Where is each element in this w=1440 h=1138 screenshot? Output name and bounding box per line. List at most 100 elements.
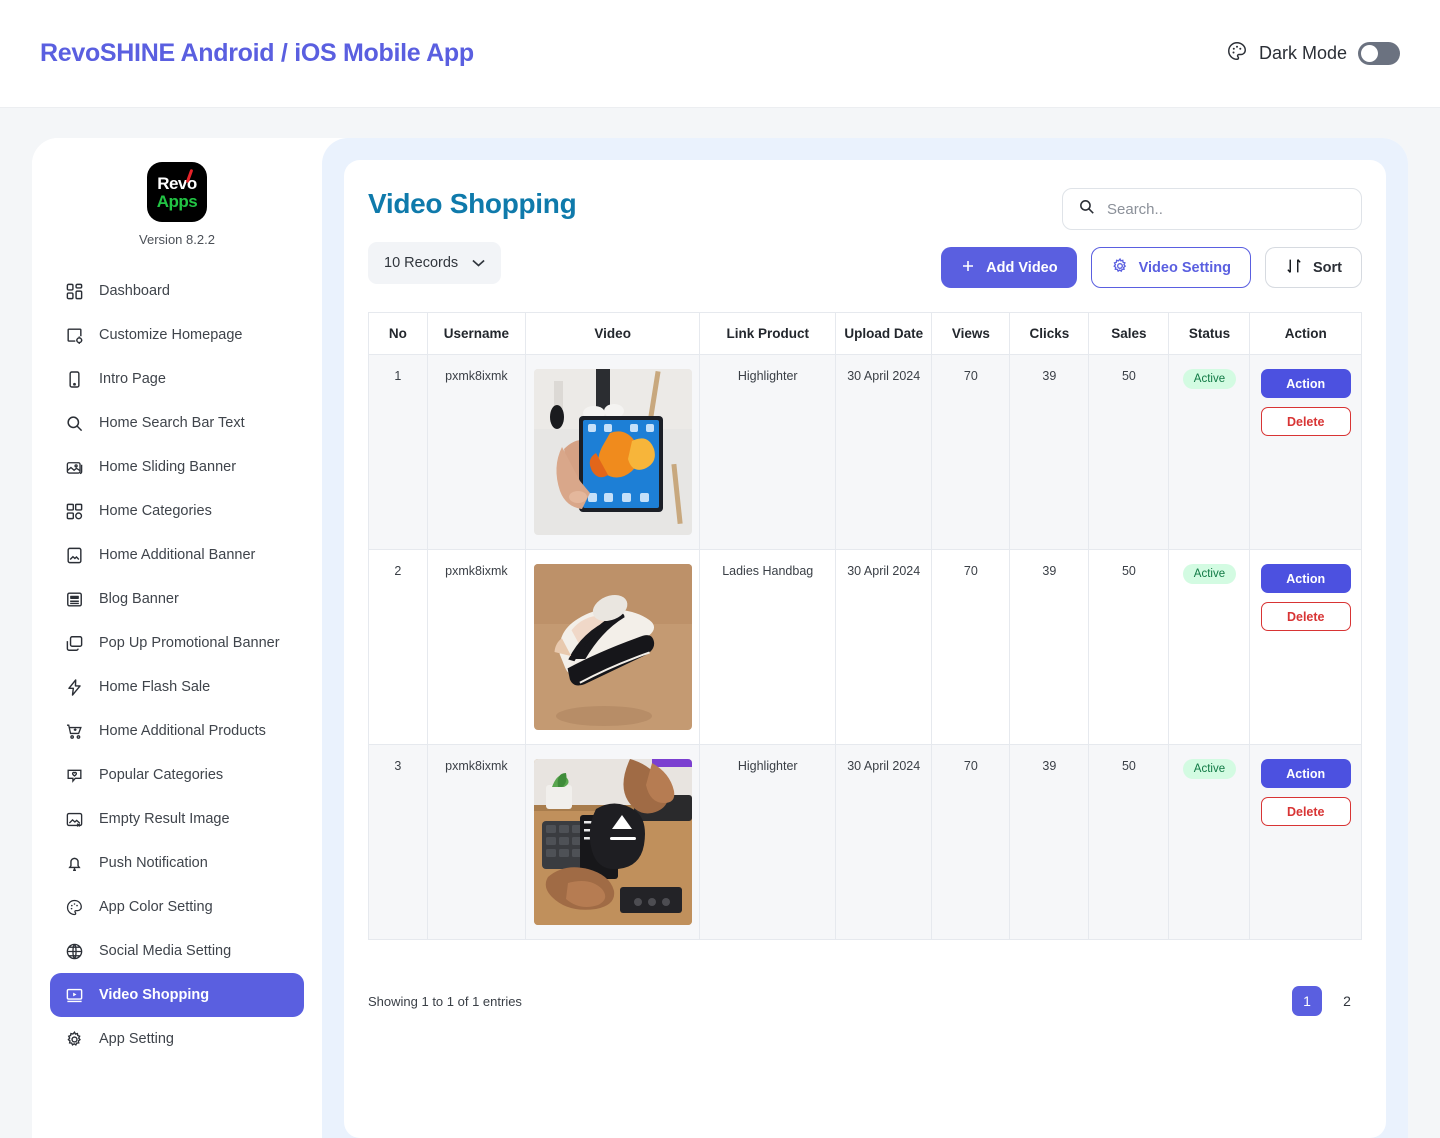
video-table: No Username Video Link Product Upload Da…	[368, 312, 1362, 940]
gear-icon	[1111, 257, 1129, 279]
sidebar-item-label: Home Additional Products	[99, 723, 266, 739]
sidebar-item-label: Home Search Bar Text	[99, 415, 245, 431]
add-video-label: Add Video	[986, 259, 1058, 276]
gear-icon	[64, 1029, 84, 1049]
sidebar-item-blog-banner[interactable]: Blog Banner	[50, 577, 304, 621]
cell-link-product: Ladies Handbag	[699, 549, 837, 745]
sidebar-item-home-additional-products[interactable]: Home Additional Products	[50, 709, 304, 753]
row-delete-button[interactable]: Delete	[1260, 602, 1351, 631]
search-icon	[1078, 198, 1095, 220]
table-row: 2 pxmk8ixmk Ladies Handbag 30 April 2024…	[368, 549, 1362, 745]
row-action-button[interactable]: Action	[1260, 564, 1351, 593]
bolt-icon	[64, 677, 84, 697]
sort-label: Sort	[1313, 259, 1342, 276]
cell-clicks: 39	[1009, 354, 1090, 550]
row-delete-button[interactable]: Delete	[1260, 797, 1351, 826]
sidebar-item-home-additional-banner[interactable]: Home Additional Banner	[50, 533, 304, 577]
sidebar-item-empty-result-image[interactable]: Empty Result Image	[50, 797, 304, 841]
search-box[interactable]	[1062, 188, 1362, 230]
cell-action: Action Delete	[1249, 744, 1362, 940]
col-status: Status	[1168, 312, 1251, 355]
video-setting-button[interactable]: Video Setting	[1090, 247, 1251, 288]
cell-no: 1	[368, 354, 428, 550]
col-action: Action	[1249, 312, 1362, 355]
dark-mode-toggle[interactable]	[1358, 42, 1400, 65]
sidebar-item-app-setting[interactable]: App Setting	[50, 1017, 304, 1061]
sidebar-item-home-categories[interactable]: Home Categories	[50, 489, 304, 533]
cell-views: 70	[931, 354, 1011, 550]
dark-mode-control[interactable]: Dark Mode	[1226, 40, 1400, 67]
sidebar-item-label: Home Additional Banner	[99, 547, 256, 563]
title-block: Video Shopping 10 Records	[368, 188, 577, 284]
card-header: Video Shopping 10 Records Search.. Add V…	[368, 188, 1362, 288]
col-upload-date: Upload Date	[835, 312, 933, 355]
content-area: Video Shopping 10 Records Search.. Add V…	[322, 138, 1408, 1138]
status-badge: Active	[1182, 369, 1237, 389]
row-delete-button[interactable]: Delete	[1260, 407, 1351, 436]
showing-entries-text: Showing 1 to 1 of 1 entries	[368, 993, 522, 1009]
page-title: Video Shopping	[368, 188, 577, 219]
cell-sales: 50	[1088, 354, 1170, 550]
col-no: No	[368, 312, 428, 355]
sidebar-item-label: Empty Result Image	[99, 811, 230, 827]
row-action-button[interactable]: Action	[1260, 369, 1351, 398]
sidebar-item-social-media-setting[interactable]: Social Media Setting	[50, 929, 304, 973]
action-button-row: Add Video Video Setting Sort	[941, 247, 1362, 288]
cell-status: Active	[1168, 354, 1251, 550]
brand-block: Revo Apps Version 8.2.2	[32, 150, 322, 269]
palette-icon	[1226, 40, 1248, 67]
video-shopping-card: Video Shopping 10 Records Search.. Add V…	[344, 160, 1386, 1138]
sort-button[interactable]: Sort	[1265, 247, 1362, 288]
page-shell: Revo Apps Version 8.2.2 Dashboard Custom…	[0, 108, 1440, 1138]
status-badge: Active	[1182, 564, 1237, 584]
sidebar-item-push-notification[interactable]: Push Notification	[50, 841, 304, 885]
cell-sales: 50	[1088, 744, 1170, 940]
cell-upload-date: 30 April 2024	[835, 549, 933, 745]
page-button-2[interactable]: 2	[1332, 986, 1362, 1016]
page-button-1[interactable]: 1	[1292, 986, 1322, 1016]
sidebar-item-label: Customize Homepage	[99, 327, 243, 343]
sidebar-item-video-shopping[interactable]: Video Shopping	[50, 973, 304, 1017]
sidebar-item-intro-page[interactable]: Intro Page	[50, 357, 304, 401]
dark-mode-label: Dark Mode	[1258, 43, 1347, 63]
records-per-page-select[interactable]: 10 Records	[368, 242, 502, 284]
sidebar-item-home-search-bar-text[interactable]: Home Search Bar Text	[50, 401, 304, 445]
video-thumbnail[interactable]	[533, 369, 692, 535]
chevron-down-icon	[472, 259, 485, 267]
sidebar-item-dashboard[interactable]: Dashboard	[50, 269, 304, 313]
cell-no: 2	[368, 549, 428, 745]
cell-action: Action Delete	[1249, 549, 1362, 745]
sidebar-item-pop-up-promotional-banner[interactable]: Pop Up Promotional Banner	[50, 621, 304, 665]
search-input[interactable]	[1107, 200, 1346, 218]
col-video: Video	[525, 312, 701, 355]
table-header-row: No Username Video Link Product Upload Da…	[368, 312, 1362, 355]
video-thumbnail[interactable]	[533, 759, 692, 925]
sidebar-item-app-color-setting[interactable]: App Color Setting	[50, 885, 304, 929]
cell-username: pxmk8ixmk	[426, 549, 527, 745]
sidebar-item-popular-categories[interactable]: Popular Categories	[50, 753, 304, 797]
row-action-button[interactable]: Action	[1260, 759, 1351, 788]
cell-username: pxmk8ixmk	[426, 744, 527, 940]
revo-apps-logo: Revo Apps	[147, 162, 207, 222]
image-icon	[64, 545, 84, 565]
action-buttons: Action Delete	[1256, 759, 1355, 826]
images-icon	[64, 457, 84, 477]
logo-line-1: Revo	[157, 173, 197, 193]
sidebar-item-home-sliding-banner[interactable]: Home Sliding Banner	[50, 445, 304, 489]
video-thumbnail[interactable]	[533, 564, 692, 730]
sidebar-item-label: Blog Banner	[99, 591, 179, 607]
cell-video	[525, 744, 701, 940]
customize-homepage-icon	[64, 325, 84, 345]
col-views: Views	[931, 312, 1011, 355]
add-video-button[interactable]: Add Video	[941, 247, 1077, 288]
version-label: Version 8.2.2	[139, 232, 215, 247]
records-select-value: 10 Records	[384, 255, 459, 271]
table-row: 3 pxmk8ixmk Highlighter 30 April 2024 70…	[368, 744, 1362, 940]
video-setting-label: Video Setting	[1138, 259, 1231, 276]
col-link-product: Link Product	[699, 312, 837, 355]
sidebar-item-label: App Setting	[99, 1031, 174, 1047]
sidebar-item-customize-homepage[interactable]: Customize Homepage	[50, 313, 304, 357]
bell-icon	[64, 853, 84, 873]
sidebar-item-home-flash-sale[interactable]: Home Flash Sale	[50, 665, 304, 709]
table-row: 1 pxmk8ixmk Highlighter 30 April 2024 70…	[368, 354, 1362, 550]
